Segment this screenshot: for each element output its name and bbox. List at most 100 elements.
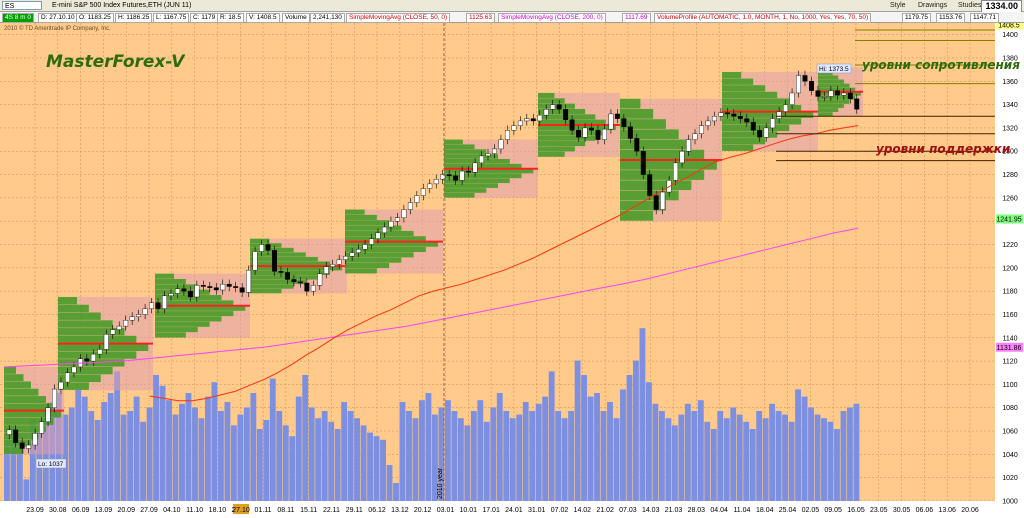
candle-body	[563, 109, 569, 120]
candle-body	[459, 170, 465, 181]
candle-body	[97, 349, 103, 355]
date-tick-label: 25.04	[779, 507, 797, 514]
volume-bar	[762, 418, 769, 501]
date-readout: D: 27.10.10	[38, 13, 78, 23]
volume-label: Volume	[282, 13, 310, 23]
candle-body	[699, 125, 704, 134]
price-chart[interactable]: 1000 1020 1040 1060 1080 1100 1120 1140 1160 1180…	[0, 23, 1024, 518]
open-readout: O: 1183.25	[76, 13, 114, 23]
studies-button[interactable]: Studies	[958, 1, 981, 10]
candle-body	[58, 381, 64, 390]
profile-bar	[58, 351, 137, 359]
sma50-label[interactable]: SimpleMovingAvg (CLOSE, 50, 0)	[346, 13, 451, 23]
candle-body	[595, 130, 601, 140]
candle-body	[847, 92, 853, 99]
price-tick-label: 1260	[1002, 195, 1018, 202]
profile-bar	[58, 312, 101, 320]
volume-bar	[795, 389, 801, 501]
candle-body	[317, 273, 323, 286]
volume-bar	[218, 411, 224, 501]
candle-body	[582, 127, 588, 138]
highlighted-date-label: 27.10	[232, 507, 250, 514]
date-tick-label: 23.09	[26, 507, 44, 514]
candle-body	[815, 90, 821, 97]
profile-bar	[58, 304, 89, 313]
candle-body	[45, 407, 51, 422]
profile-bar	[250, 238, 270, 244]
candle-body	[653, 195, 659, 210]
date-tick-label: 13.06	[938, 507, 956, 514]
volume-bar	[185, 393, 192, 501]
volume-bar	[367, 432, 373, 501]
volume-bar	[146, 407, 153, 501]
candle-body	[589, 127, 594, 131]
volume-bar	[555, 411, 562, 501]
volume-bar	[127, 411, 134, 501]
candle-body	[614, 113, 620, 119]
volume-profile-label[interactable]: VolumeProfile (AUTOMATIC, 1.0, MONTH, 1,…	[654, 13, 872, 23]
volume-bar	[561, 418, 568, 501]
profile-bar	[818, 99, 850, 104]
profile-bar	[250, 284, 294, 289]
sma200-label[interactable]: SimpleMovingAvg (CLOSE, 200, 0)	[498, 13, 606, 23]
symbol-input[interactable]: ES	[2, 1, 42, 10]
price-tag-label: 1408.5	[998, 23, 1020, 29]
candle-body	[84, 358, 90, 362]
profile-bar	[345, 220, 390, 226]
candle-body	[731, 113, 737, 117]
volume-bar	[276, 411, 283, 501]
volume-bar	[723, 418, 730, 501]
profile-bar	[620, 108, 654, 119]
volume-bar	[678, 414, 685, 501]
drawings-button[interactable]: Drawings	[918, 1, 947, 10]
profile-bar	[155, 321, 210, 327]
candle-body	[155, 302, 161, 309]
candle-body	[854, 98, 860, 110]
candle-body	[369, 238, 375, 245]
candle-body	[770, 118, 776, 129]
candle-body	[472, 162, 478, 173]
interval-badge[interactable]: 4S 8 m 0	[2, 13, 35, 23]
volume-bar	[704, 421, 711, 501]
profile-bar	[722, 71, 742, 79]
volume-bar	[587, 396, 594, 501]
volume-bar	[373, 436, 380, 501]
profile-bar	[4, 381, 31, 389]
candle-body	[427, 183, 433, 189]
price-tick-label: 1020	[1002, 475, 1018, 482]
volume-bar	[205, 396, 211, 501]
volume-bar	[198, 418, 205, 501]
volume-bar	[736, 414, 743, 501]
volume-bar	[626, 375, 633, 501]
profile-bar	[155, 273, 174, 279]
volume-bar	[782, 414, 789, 501]
high-readout: H: 1186.25	[115, 13, 153, 23]
volume-bar	[179, 403, 185, 501]
profile-bar	[250, 252, 306, 257]
volume-bar	[289, 436, 296, 501]
profile-bar	[620, 149, 705, 160]
candle-body	[39, 421, 45, 434]
profile-bar	[818, 104, 844, 108]
volume-bar	[665, 418, 672, 501]
profile-bar	[58, 296, 77, 305]
candle-body	[802, 75, 808, 82]
volume-bar	[594, 393, 600, 501]
candle-body	[821, 96, 827, 98]
candle-body	[310, 285, 316, 292]
date-tick-label: 28.03	[688, 507, 706, 514]
volume-bar	[159, 385, 166, 501]
volume-bar	[853, 403, 860, 501]
candle-body	[679, 151, 685, 164]
volume-bar	[140, 421, 147, 501]
volume-bar	[620, 389, 626, 501]
resistance-annotation: уровни сопротивления	[862, 58, 1020, 72]
candle-body	[569, 119, 575, 131]
style-button[interactable]: Style	[890, 1, 906, 10]
candle-body	[744, 118, 750, 123]
volume-bar	[192, 407, 198, 501]
date-tick-label: 09.05	[824, 507, 842, 514]
profile-bar	[4, 410, 61, 418]
volume-bar	[308, 407, 315, 501]
date-tick-label: 20.12	[414, 507, 432, 514]
